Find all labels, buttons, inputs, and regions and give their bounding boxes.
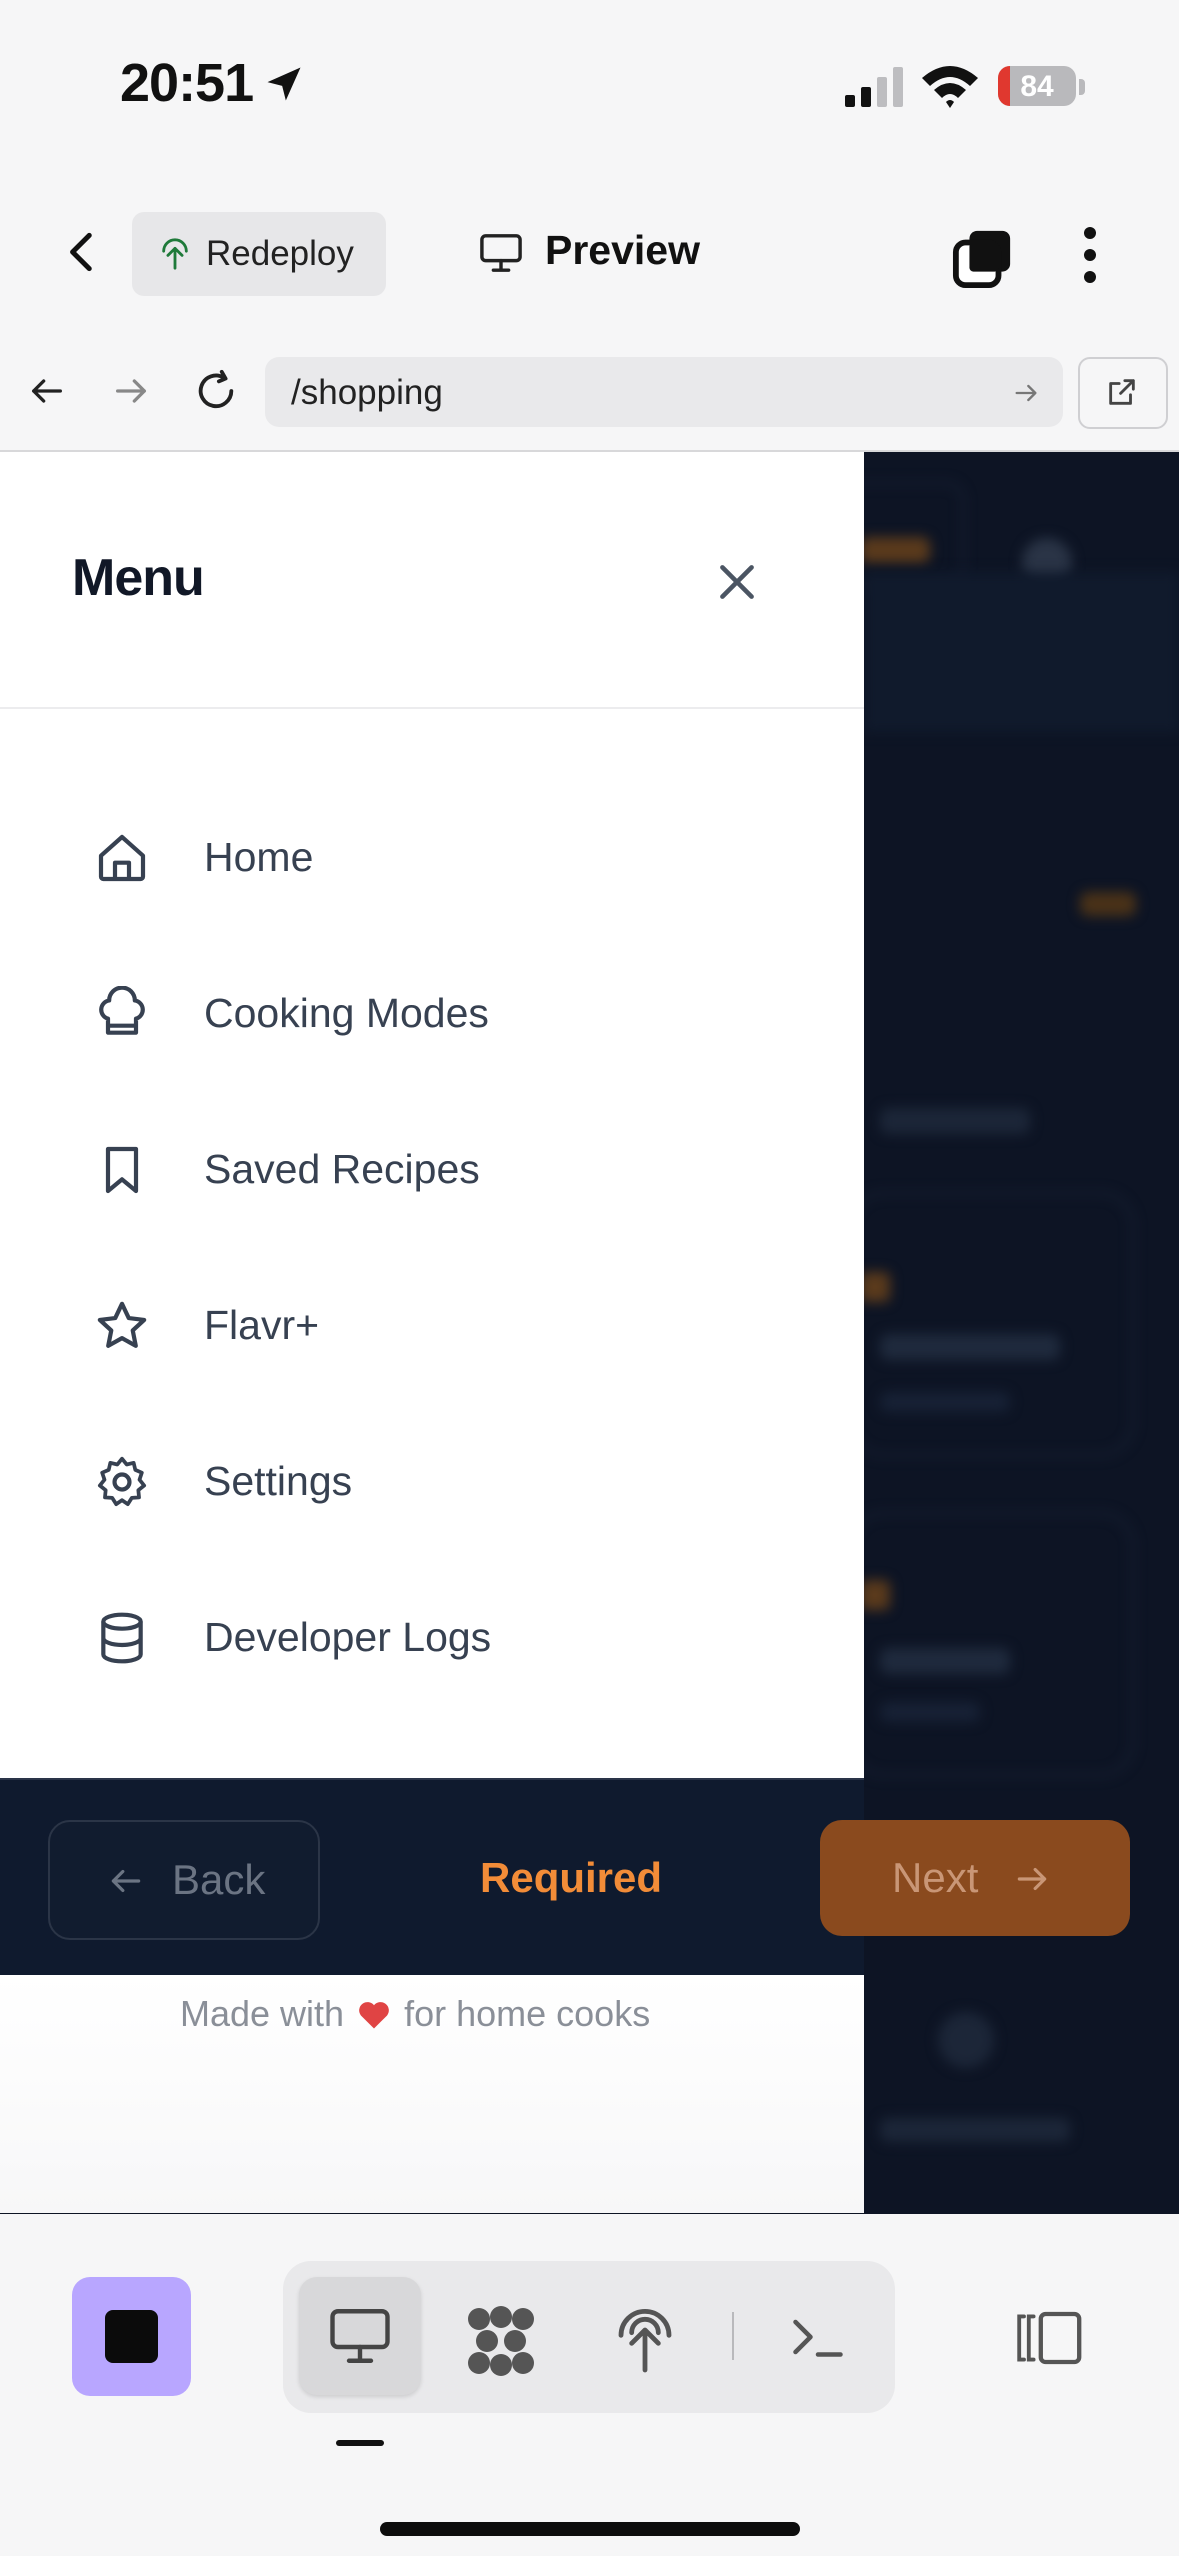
blurred-text — [880, 1334, 1060, 1360]
battery-percent: 84 — [1020, 70, 1054, 103]
tabs-icon[interactable] — [952, 227, 1014, 289]
tool-switcher — [283, 2261, 895, 2413]
menu-item-developer-logs[interactable]: Developer Logs — [72, 1582, 792, 1692]
made-with-prefix: Made with — [180, 1993, 345, 2034]
blurred-accent — [860, 537, 930, 563]
menu-item-label: Saved Recipes — [204, 1146, 480, 1192]
required-label: Required — [480, 1854, 663, 1901]
gear-icon — [97, 1456, 147, 1507]
bottom-toolbar — [0, 2214, 1179, 2556]
menu-item-flavr-plus[interactable]: Flavr+ — [72, 1270, 792, 1380]
cellular-signal-icon — [845, 67, 903, 107]
app-header: Redeploy Preview — [0, 175, 1179, 332]
blurred-accent — [860, 1580, 890, 1610]
next-button[interactable]: Next — [820, 1820, 1130, 1936]
stop-button[interactable] — [72, 2277, 191, 2396]
back-chevron-icon[interactable] — [58, 227, 108, 277]
blurred-strip — [864, 572, 1179, 732]
location-arrow-icon — [267, 67, 301, 101]
more-vertical-icon[interactable] — [1082, 225, 1098, 285]
menu-item-label: Developer Logs — [204, 1614, 492, 1660]
browser-bar: /shopping — [0, 330, 1179, 452]
next-label: Next — [892, 1854, 979, 1901]
url-text: /shopping — [291, 373, 443, 412]
sidebar-toggle-icon[interactable] — [1012, 2308, 1084, 2368]
menu-item-saved-recipes[interactable]: Saved Recipes — [72, 1114, 792, 1224]
url-input[interactable]: /shopping — [265, 357, 1063, 427]
menu-item-home[interactable]: Home — [72, 802, 792, 912]
open-external-button[interactable] — [1078, 357, 1168, 429]
close-icon[interactable] — [712, 557, 762, 607]
menu-item-label: Flavr+ — [204, 1302, 320, 1348]
battery-indicator: 84 — [998, 66, 1076, 106]
made-with-footer: Made with for home cooks — [0, 1975, 864, 2213]
status-bar: 20:51 84 — [0, 0, 1179, 175]
back-label: Back — [172, 1856, 266, 1903]
star-icon — [97, 1301, 147, 1348]
chef-hat-icon — [99, 986, 145, 1035]
drawer-header: Menu — [0, 452, 864, 709]
made-with-text: Made with for home cooks — [180, 1993, 650, 2035]
arrow-right-icon — [1017, 1867, 1047, 1891]
home-indicator — [380, 2522, 800, 2536]
clock: 20:51 — [120, 53, 254, 113]
redeploy-button[interactable]: Redeploy — [132, 212, 386, 296]
blurred-text — [880, 1648, 1010, 1674]
monitor-icon — [480, 234, 522, 272]
arrow-left-icon[interactable] — [26, 371, 68, 411]
monitor-icon — [330, 2309, 390, 2363]
blurred-text — [880, 1392, 1010, 1412]
blurred-icon — [938, 2012, 994, 2068]
blurred-accent — [1080, 892, 1136, 916]
menu-item-label: Settings — [204, 1458, 353, 1504]
active-tab-indicator — [336, 2440, 384, 2446]
navigation-drawer: Menu Home Cooking Modes Saved Recipes Fl… — [0, 452, 864, 1778]
drawer-title: Menu — [72, 549, 205, 607]
stop-icon — [105, 2310, 158, 2363]
blurred-text — [880, 1702, 980, 1722]
menu-item-label: Home — [204, 834, 314, 880]
wifi-icon — [922, 66, 978, 108]
step-footer: Back Required Next — [0, 1778, 1130, 1977]
blurred-text — [880, 2118, 1070, 2142]
cluster-icon[interactable] — [463, 2305, 539, 2377]
menu-item-cooking-modes[interactable]: Cooking Modes — [72, 958, 792, 1068]
arrow-right-icon[interactable] — [110, 371, 152, 411]
go-arrow-icon[interactable] — [1011, 379, 1041, 407]
arrow-left-icon — [111, 1869, 141, 1893]
preview-title[interactable]: Preview — [545, 227, 700, 274]
blurred-card — [850, 1192, 1134, 1456]
menu-item-label: Cooking Modes — [204, 990, 489, 1036]
made-with-suffix: for home cooks — [404, 1993, 651, 2034]
home-icon — [98, 834, 146, 882]
toolbar-divider — [732, 2312, 734, 2360]
bookmark-icon — [105, 1146, 139, 1194]
database-icon — [101, 1612, 143, 1664]
deploy-icon[interactable] — [613, 2303, 677, 2373]
blurred-text — [880, 1108, 1030, 1134]
blurred-card — [850, 1512, 1134, 1776]
redeploy-label: Redeploy — [206, 234, 354, 273]
external-link-icon — [1109, 379, 1135, 405]
menu-item-settings[interactable]: Settings — [72, 1426, 792, 1536]
battery-cap — [1079, 79, 1085, 95]
desktop-preview-tab[interactable] — [299, 2277, 421, 2395]
blurred-accent — [860, 1272, 890, 1302]
reload-icon[interactable] — [193, 368, 239, 414]
deploy-tree-icon — [162, 238, 188, 270]
back-button[interactable]: Back — [48, 1820, 320, 1940]
heart-icon — [359, 2002, 389, 2029]
terminal-icon[interactable] — [788, 2311, 848, 2363]
